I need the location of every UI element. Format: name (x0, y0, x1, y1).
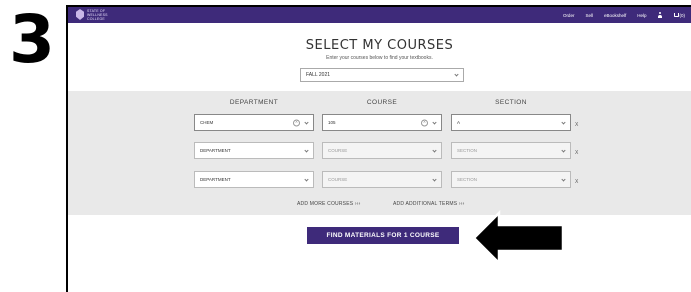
college-logo[interactable]: STATE OF WELLNESS COLLEGE (76, 8, 116, 21)
logo-text: STATE OF WELLNESS COLLEGE (87, 8, 108, 21)
course-value: 105 (328, 120, 336, 125)
cart-count: (0) (679, 12, 686, 18)
page-subtitle: Enter your courses below to find your te… (326, 55, 433, 61)
section-select-row-2[interactable]: SECTION (451, 142, 571, 159)
chevron-down-icon (304, 176, 309, 182)
pointer-arrow-icon (472, 210, 565, 266)
chevron-down-icon (561, 176, 566, 182)
section-select-row-1[interactable]: A (451, 114, 571, 131)
nav-links: Order Sell eBookshelf Help (0) (563, 7, 685, 23)
term-value: FALL 2021 (306, 72, 331, 78)
find-materials-button[interactable]: FIND MATERIALS FOR 1 COURSE (307, 227, 459, 244)
nav-help[interactable]: Help (637, 13, 646, 18)
clear-icon[interactable]: × (293, 119, 300, 126)
add-more-courses-link[interactable]: ADD MORE COURSES ››› (297, 201, 360, 207)
nav-sell[interactable]: Sell (585, 13, 593, 18)
column-header-department: DEPARTMENT (229, 99, 279, 106)
course-placeholder: COURSE (328, 148, 348, 153)
nav-ebookshelf[interactable]: eBookshelf (604, 13, 626, 18)
user-icon[interactable] (658, 12, 663, 18)
column-header-section: SECTION (495, 99, 527, 106)
clear-icon[interactable]: × (421, 119, 428, 126)
cart-icon (673, 13, 679, 17)
browser-screenshot: STATE OF WELLNESS COLLEGE Order Sell eBo… (66, 5, 691, 292)
chevron-down-icon (432, 147, 437, 153)
course-select-row-3[interactable]: COURSE (322, 171, 442, 188)
column-header-course: COURSE (366, 99, 398, 106)
step-number: 3 (9, 1, 55, 78)
term-select[interactable]: FALL 2021 (300, 68, 464, 82)
department-select-row-2[interactable]: DEPARTMENT (194, 142, 314, 159)
chevron-down-icon (432, 119, 437, 125)
chevron-down-icon (454, 72, 459, 77)
course-selection-panel: DEPARTMENT COURSE SECTION CHEM × 105 × A… (68, 91, 691, 215)
cart-link[interactable]: (0) (673, 12, 686, 18)
chevron-down-icon (432, 176, 437, 182)
department-select-row-3[interactable]: DEPARTMENT (194, 171, 314, 188)
page-title: SELECT MY COURSES (305, 38, 454, 53)
chevron-down-icon (304, 119, 309, 125)
chevron-down-icon (561, 147, 566, 153)
department-value: CHEM (200, 120, 214, 125)
add-additional-terms-link[interactable]: ADD ADDITIONAL TERMS ››› (393, 201, 464, 207)
course-select-row-2[interactable]: COURSE (322, 142, 442, 159)
course-select-row-1[interactable]: 105 × (322, 114, 442, 131)
section-value: A (457, 120, 461, 125)
section-placeholder: SECTION (457, 148, 478, 153)
section-placeholder: SECTION (457, 177, 478, 182)
remove-row-button[interactable]: X (575, 122, 578, 128)
chevron-down-icon (561, 119, 566, 125)
chevron-down-icon (304, 147, 309, 153)
nav-order[interactable]: Order (563, 13, 575, 18)
department-placeholder: DEPARTMENT (200, 148, 231, 153)
course-placeholder: COURSE (328, 177, 348, 182)
section-select-row-3[interactable]: SECTION (451, 171, 571, 188)
remove-row-button[interactable]: X (575, 150, 578, 156)
crest-icon (76, 9, 84, 20)
department-placeholder: DEPARTMENT (200, 177, 231, 182)
top-navigation-bar: STATE OF WELLNESS COLLEGE Order Sell eBo… (68, 7, 691, 23)
department-select-row-1[interactable]: CHEM × (194, 114, 314, 131)
remove-row-button[interactable]: X (575, 179, 578, 185)
